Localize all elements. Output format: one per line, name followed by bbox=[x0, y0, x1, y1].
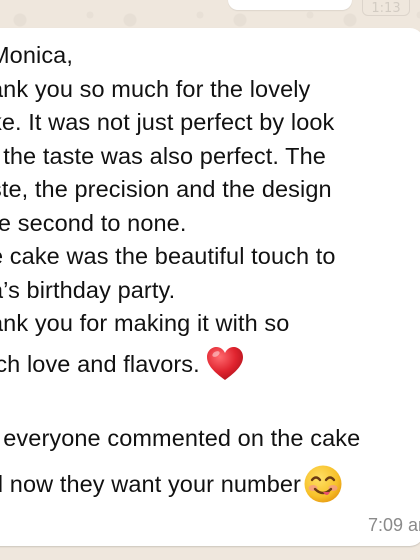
date-badge: 1:13 bbox=[362, 0, 410, 16]
smiling-face-emoji-icon bbox=[303, 464, 343, 504]
message-line: d now they want your number bbox=[0, 464, 343, 504]
message-line: ste, the precision and the design bbox=[0, 176, 332, 202]
message-line: ank you so much for the lovely bbox=[0, 76, 311, 102]
message-line: re second to none. bbox=[0, 210, 187, 236]
message-line: ke. It was not just perfect by look bbox=[0, 109, 335, 135]
message-line: Monica, bbox=[0, 42, 73, 68]
incoming-message-bubble[interactable]: Monica, ank you so much for the lovely k… bbox=[0, 28, 420, 546]
heart-emoji-icon bbox=[206, 346, 244, 382]
message-line: e cake was the beautiful touch to bbox=[0, 243, 336, 269]
message-line: ich love and flavors. bbox=[0, 346, 244, 382]
message-line: : everyone commented on the cake bbox=[0, 425, 361, 451]
message-timestamp: 7:09 ar bbox=[367, 515, 420, 535]
previous-message-bubble bbox=[228, 0, 352, 10]
message-line: ank you for making it with so bbox=[0, 310, 290, 336]
message-line: t the taste was also perfect. The bbox=[0, 143, 326, 169]
message-line: a’s birthday party. bbox=[0, 277, 176, 303]
